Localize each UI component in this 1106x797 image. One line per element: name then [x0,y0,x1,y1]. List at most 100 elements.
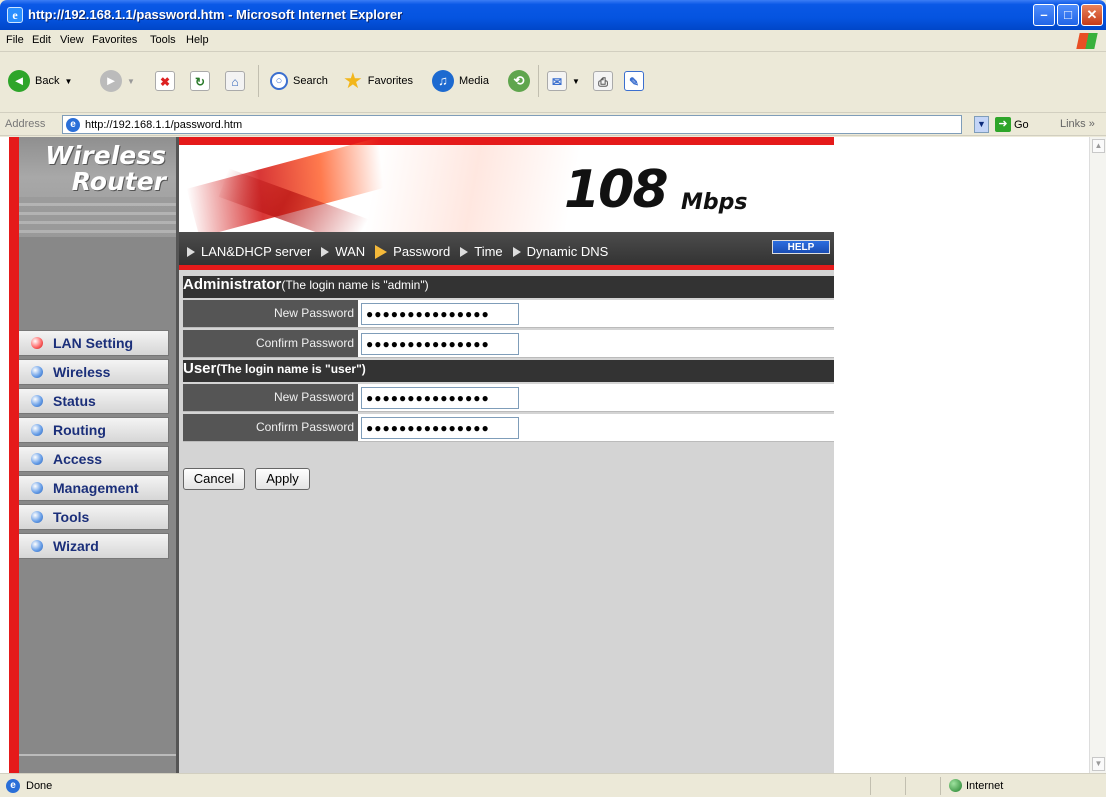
status-divider [905,777,906,795]
print-icon: ⎙ [593,71,613,91]
admin-new-password-row: New Password ●●●●●●●●●●●●●●● [183,300,834,328]
tab-label: WAN [335,244,366,259]
refresh-icon: ↻ [190,71,210,91]
address-dropdown-icon[interactable]: ▼ [974,116,989,133]
bullet-icon [31,366,43,378]
scroll-up-icon[interactable]: ▲ [1092,139,1105,153]
search-button[interactable]: ○ Search [270,67,328,95]
sidebar-item-label: Management [53,480,139,496]
status-bar: e Done Internet [0,773,1106,797]
media-icon: ♫ [432,70,454,92]
bullet-icon [31,511,43,523]
triangle-icon [187,246,195,257]
media-label: Media [459,75,489,87]
user-new-password-input[interactable]: ●●●●●●●●●●●●●●● [361,387,519,409]
forward-button[interactable]: ► ▼ [100,67,135,95]
brand-line-2: Router [71,167,166,196]
sidebar-item-label: LAN Setting [53,335,134,351]
minimize-button[interactable]: – [1033,4,1055,26]
ie-app-icon: e [7,7,23,23]
mail-button[interactable]: ✉ ▼ [547,67,580,95]
menu-tools[interactable]: Tools [150,34,176,46]
favorites-star-icon: ★ [343,68,363,93]
menu-favorites[interactable]: Favorites [92,34,137,46]
sidebar-item-access[interactable]: Access [19,446,169,472]
tab-time[interactable]: Time [460,244,503,259]
help-label: HELP [787,242,815,253]
help-button[interactable]: HELP [772,240,830,254]
cancel-button[interactable]: Cancel [183,468,245,490]
home-button[interactable]: ⌂ [225,67,245,95]
user-confirm-password-label: Confirm Password [183,414,358,441]
back-button[interactable]: ◄ Back ▼ [8,67,72,95]
user-confirm-password-input[interactable]: ●●●●●●●●●●●●●●● [361,417,519,439]
user-new-password-label: New Password [183,384,358,411]
bullet-icon [31,395,43,407]
favorites-button[interactable]: ★ Favorites [343,67,413,95]
sidebar-item-label: Tools [53,509,90,525]
mail-dropdown-icon[interactable]: ▼ [572,77,580,86]
sidebar-nav: LAN Setting Wireless Status Routing Acce… [19,330,169,562]
media-button[interactable]: ♫ Media [432,67,489,95]
back-label: Back [35,75,60,87]
tab-label: LAN&DHCP server [201,244,312,259]
tab-lan-dhcp[interactable]: LAN&DHCP server [187,244,311,259]
speed-unit: Mbps [681,190,748,215]
menu-edit[interactable]: Edit [32,34,51,46]
tab-dynamic-dns[interactable]: Dynamic DNS [512,244,608,259]
refresh-button[interactable]: ↻ [190,67,210,95]
back-dropdown-icon[interactable]: ▼ [64,77,72,86]
user-section-header: User(The login name is "user") [183,360,834,382]
sidebar-item-lan-setting[interactable]: LAN Setting [19,330,169,356]
header-banner: 108 Mbps [179,137,834,252]
favorites-label: Favorites [367,75,413,87]
admin-new-password-input[interactable]: ●●●●●●●●●●●●●●● [361,303,519,325]
menu-help[interactable]: Help [186,34,209,46]
page-icon: e [66,118,80,132]
tab-label: Password [393,244,451,259]
history-button[interactable]: ⟲ [508,67,530,95]
close-button[interactable]: ✕ [1081,4,1103,26]
sidebar-item-wizard[interactable]: Wizard [19,533,169,559]
toolbar: ◄ Back ▼ ► ▼ ✖ ↻ ⌂ ○ Search ★ Favorites … [0,53,1106,113]
forward-dropdown-icon[interactable]: ▼ [127,77,135,86]
apply-button[interactable]: Apply [255,468,310,490]
admin-confirm-password-input[interactable]: ●●●●●●●●●●●●●●● [361,333,519,355]
brand-stripes [19,197,176,237]
triangle-icon [512,246,521,257]
print-button[interactable]: ⎙ [593,67,613,95]
home-icon: ⌂ [225,71,245,91]
bullet-icon [31,424,43,436]
search-label: Search [293,75,328,87]
scroll-down-icon[interactable]: ▼ [1092,757,1105,771]
window-title: http://192.168.1.1/password.htm - Micros… [28,7,403,22]
menu-view[interactable]: View [60,34,84,46]
links-button[interactable]: Links » [1060,118,1095,130]
sidebar-item-status[interactable]: Status [19,388,169,414]
sidebar-item-management[interactable]: Management [19,475,169,501]
status-divider [870,777,871,795]
go-button[interactable]: ➜ Go [995,117,1029,132]
active-triangle-icon [375,244,388,259]
stop-button[interactable]: ✖ [155,67,175,95]
maximize-button[interactable]: □ [1057,4,1079,26]
user-note: (The login name is "user") [216,362,366,376]
sidebar-item-tools[interactable]: Tools [19,504,169,530]
address-input[interactable]: e http://192.168.1.1/password.htm [62,115,962,134]
admin-section-header: Administrator(The login name is "admin") [183,276,834,298]
edit-page-icon: ✎ [624,71,644,91]
main-content: 108 Mbps LAN&DHCP server WAN Password Ti… [179,137,834,773]
sidebar-item-wireless[interactable]: Wireless [19,359,169,385]
page-status-icon: e [6,779,20,793]
router-sidebar: Wireless Router LAN Setting Wireless Sta… [9,137,179,773]
title-bar: e http://192.168.1.1/password.htm - Micr… [0,0,1106,30]
user-new-password-row: New Password ●●●●●●●●●●●●●●● [183,384,834,412]
sidebar-item-routing[interactable]: Routing [19,417,169,443]
menu-file[interactable]: File [6,34,24,46]
tab-wan[interactable]: WAN [321,244,365,259]
edit-button[interactable]: ✎ [624,67,644,95]
links-label: Links [1060,118,1086,130]
tab-password[interactable]: Password [375,244,450,259]
vertical-scrollbar[interactable]: ▲ ▼ [1089,137,1106,773]
mail-icon: ✉ [547,71,567,91]
